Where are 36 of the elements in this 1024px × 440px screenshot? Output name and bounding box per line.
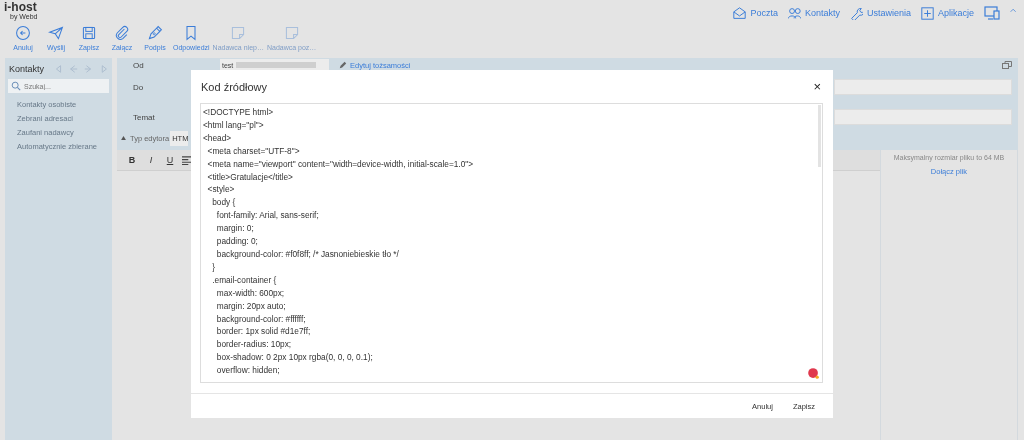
note-icon: [230, 25, 247, 41]
pen-icon: [147, 25, 163, 41]
align-icon[interactable]: [182, 155, 191, 165]
mail-icon: [733, 6, 747, 20]
to-field[interactable]: [834, 79, 1012, 95]
paperclip-icon: [114, 25, 130, 41]
collapse-icon[interactable]: [121, 136, 126, 140]
field-label: Do: [133, 82, 145, 92]
spellcheck-badge-icon[interactable]: [808, 368, 819, 379]
scrollbar[interactable]: [818, 105, 821, 167]
field-label: Temat: [133, 112, 156, 122]
devices-icon[interactable]: [984, 5, 1000, 21]
wrench-icon: [849, 6, 863, 20]
arrow-icon[interactable]: [69, 63, 78, 74]
field-label: Od: [133, 60, 145, 70]
contacts-icon: [787, 6, 801, 20]
paper-plane-icon: [48, 25, 64, 41]
format-button[interactable]: U: [163, 155, 177, 165]
format-button[interactable]: I: [144, 155, 158, 165]
arrow-icon[interactable]: [54, 63, 63, 74]
format-button[interactable]: B: [125, 155, 139, 165]
arrow-icon[interactable]: [99, 63, 108, 74]
sidebar-title: Kontakty: [9, 63, 45, 74]
nav-link[interactable]: Aplikacje: [920, 6, 974, 20]
nav-link[interactable]: Poczta: [733, 6, 778, 20]
code-text: <!DOCTYPE html> <html lang="pl"> <head> <meta charset="UTF-8"> <meta name="viewport" content="width=device-width, initial-scale=1.0"> <title>Gratulacje</title> <style> body { font-family: Arial, sans-serif; margin: 0; padding: 0; background-color: #f0f8ff; /* Jasnoniebieskie tło */ } .email-container { max-width: 600px; margin: 20px auto; background-color: #ffffff; border: 1px solid #d1e7ff; border-radius: 10px; box-shadow: 0 2px 10px rgba(0, 0, 0, 0.1); overflow: hidden;: [202, 106, 475, 378]
note-icon: [283, 25, 300, 41]
restore-icon[interactable]: [1002, 61, 1012, 69]
arrow-icon[interactable]: [84, 63, 93, 74]
plus-icon: [920, 6, 934, 20]
subject-field[interactable]: [834, 109, 1012, 125]
dialog-title: Kod źródłowy: [201, 80, 268, 93]
nav-link[interactable]: Kontakty: [787, 6, 840, 20]
close-button[interactable]: ×: [813, 80, 821, 93]
code-editor[interactable]: [200, 103, 823, 383]
nav-link[interactable]: Ustawienia: [849, 6, 911, 20]
